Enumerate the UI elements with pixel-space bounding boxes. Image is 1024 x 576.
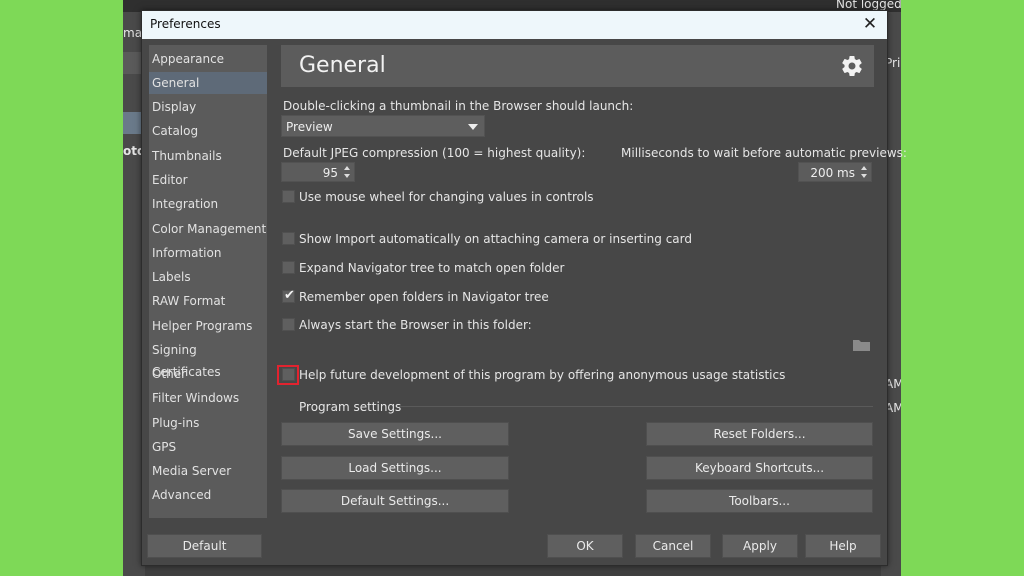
mouse-wheel-label: Use mouse wheel for changing values in c… (299, 190, 594, 204)
folder-icon[interactable] (853, 339, 870, 351)
sidebar-item-filter-windows[interactable]: Filter Windows (149, 387, 267, 409)
launch-label: Double-clicking a thumbnail in the Brows… (283, 99, 634, 113)
preferences-sidebar: Appearance General Display Catalog Thumb… (149, 45, 267, 518)
save-settings-button[interactable]: Save Settings... (281, 422, 509, 446)
sidebar-item-color-management[interactable]: Color Management (149, 218, 267, 240)
highlight-box (277, 365, 299, 385)
chevron-down-icon (468, 124, 478, 130)
sidebar-item-gps[interactable]: GPS (149, 436, 267, 458)
launch-select-value: Preview (286, 120, 333, 134)
show-import-label: Show Import automatically on attaching c… (299, 232, 692, 246)
dialog-title: Preferences (150, 17, 221, 31)
preview-wait-stepper[interactable]: 200 ms (798, 162, 872, 182)
preview-wait-label: Milliseconds to wait before automatic pr… (621, 146, 907, 160)
background-selected-row (123, 112, 143, 134)
keyboard-shortcuts-button[interactable]: Keyboard Shortcuts... (646, 456, 873, 480)
start-browser-folder-label: Always start the Browser in this folder: (299, 318, 532, 332)
sidebar-item-general[interactable]: General (149, 72, 267, 94)
launch-select[interactable]: Preview (281, 115, 485, 137)
sidebar-item-other[interactable]: Other (149, 363, 267, 385)
program-settings-label: Program settings (299, 400, 402, 414)
sidebar-item-advanced[interactable]: Advanced (149, 484, 267, 506)
jpeg-compression-label: Default JPEG compression (100 = highest … (283, 146, 586, 160)
sidebar-item-display[interactable]: Display (149, 96, 267, 118)
panel-header: General (281, 45, 874, 87)
sidebar-item-information[interactable]: Information (149, 242, 267, 264)
group-divider (399, 406, 873, 407)
sidebar-item-thumbnails[interactable]: Thumbnails (149, 145, 267, 167)
sidebar-item-plug-ins[interactable]: Plug-ins (149, 412, 267, 434)
sidebar-item-helper-programs[interactable]: Helper Programs (149, 315, 267, 337)
preferences-dialog: Preferences ✕ Appearance General Display… (141, 10, 888, 566)
sidebar-item-catalog[interactable]: Catalog (149, 120, 267, 142)
spin-arrows-icon[interactable] (859, 164, 869, 180)
show-import-checkbox[interactable] (282, 232, 295, 245)
cancel-button[interactable]: Cancel (635, 534, 711, 558)
ok-button[interactable]: OK (547, 534, 623, 558)
spin-arrows-icon[interactable] (342, 164, 352, 180)
jpeg-compression-stepper[interactable]: 95 (281, 162, 355, 182)
close-icon[interactable]: ✕ (853, 11, 887, 39)
background-fragment: ma (123, 26, 143, 40)
load-settings-button[interactable]: Load Settings... (281, 456, 509, 480)
default-button[interactable]: Default (147, 534, 262, 558)
expand-navigator-label: Expand Navigator tree to match open fold… (299, 261, 565, 275)
sidebar-item-appearance[interactable]: Appearance (149, 48, 267, 70)
remember-folders-checkbox[interactable]: ✔ (282, 288, 295, 303)
expand-navigator-checkbox[interactable] (282, 261, 295, 274)
sidebar-item-editor[interactable]: Editor (149, 169, 267, 191)
preview-wait-value: 200 ms (810, 166, 855, 180)
mouse-wheel-checkbox[interactable] (282, 190, 295, 203)
usage-statistics-label: Help future development of this program … (299, 368, 786, 382)
sidebar-item-raw-format[interactable]: RAW Format (149, 290, 267, 312)
sidebar-item-media-server[interactable]: Media Server (149, 460, 267, 482)
default-settings-button[interactable]: Default Settings... (281, 489, 509, 513)
start-browser-folder-checkbox[interactable] (282, 318, 295, 331)
toolbars-button[interactable]: Toolbars... (646, 489, 873, 513)
dialog-titlebar[interactable]: Preferences ✕ (142, 11, 887, 39)
checkmark-icon: ✔ (284, 288, 295, 303)
sidebar-item-integration[interactable]: Integration (149, 193, 267, 215)
background-field (123, 52, 143, 74)
page-title: General (299, 53, 386, 78)
reset-folders-button[interactable]: Reset Folders... (646, 422, 873, 446)
gear-icon (842, 56, 862, 77)
sidebar-item-labels[interactable]: Labels (149, 266, 267, 288)
jpeg-compression-value: 95 (322, 166, 338, 180)
help-button[interactable]: Help (805, 534, 881, 558)
remember-folders-label: Remember open folders in Navigator tree (299, 290, 549, 304)
sidebar-item-signing-certificates[interactable]: Signing Certificates (149, 339, 267, 379)
apply-button[interactable]: Apply (722, 534, 798, 558)
